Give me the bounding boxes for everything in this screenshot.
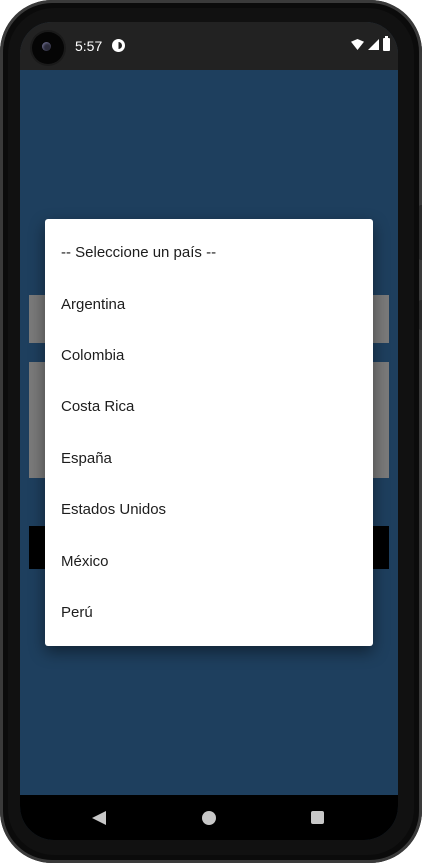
front-camera (32, 32, 64, 64)
country-select-dialog: -- Seleccione un país -- Argentina Colom… (45, 219, 373, 646)
option-placeholder[interactable]: -- Seleccione un país -- (45, 227, 373, 278)
option-espana[interactable]: España (45, 433, 373, 484)
option-colombia[interactable]: Colombia (45, 330, 373, 381)
navigation-bar (20, 795, 398, 840)
home-icon[interactable] (202, 811, 216, 825)
screen: 5:57 -- Seleccione un país -- Argentina … (20, 22, 398, 840)
wifi-icon (351, 39, 364, 50)
recents-icon[interactable] (311, 811, 324, 824)
status-icons (351, 36, 390, 51)
battery-icon (383, 36, 390, 51)
option-estados-unidos[interactable]: Estados Unidos (45, 484, 373, 535)
option-argentina[interactable]: Argentina (45, 278, 373, 329)
back-icon[interactable] (92, 811, 106, 825)
phone-frame: 5:57 -- Seleccione un país -- Argentina … (0, 0, 422, 863)
app-notification-icon (112, 39, 125, 52)
status-time: 5:57 (75, 38, 103, 54)
signal-icon (368, 39, 379, 50)
option-costa-rica[interactable]: Costa Rica (45, 381, 373, 432)
option-mexico[interactable]: México (45, 535, 373, 586)
status-bar: 5:57 (20, 22, 398, 70)
option-peru[interactable]: Perú (45, 587, 373, 638)
